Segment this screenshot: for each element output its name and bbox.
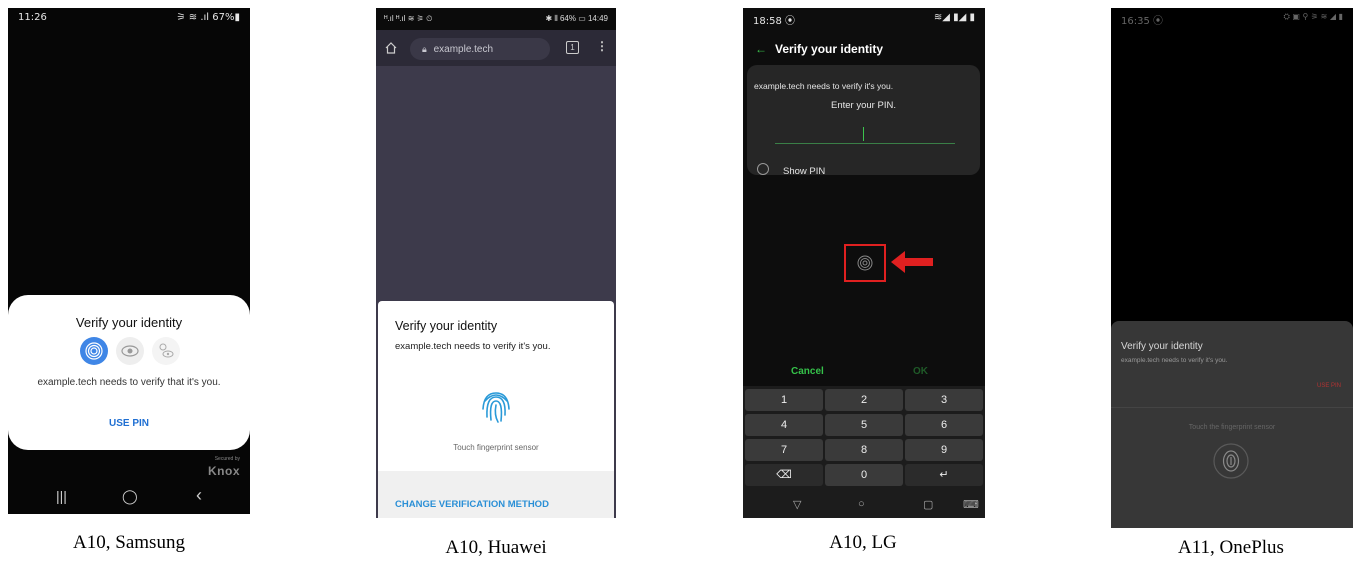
dialog-title: Verify your identity [395, 319, 498, 333]
fingerprint-highlight [844, 244, 886, 282]
home-icon[interactable]: ○ [858, 498, 865, 510]
sheet-title: Verify your identity [1121, 341, 1203, 352]
fingerprint-icon[interactable] [80, 337, 108, 365]
key-8[interactable]: 8 [825, 439, 903, 461]
biometric-sheet: Verify your identity example.tech needs … [1111, 321, 1353, 528]
cancel-button[interactable]: Cancel [791, 366, 824, 377]
back-button[interactable]: ‹ [196, 485, 202, 506]
key-6[interactable]: 6 [905, 414, 983, 436]
key-7[interactable]: 7 [745, 439, 823, 461]
face-icon[interactable] [152, 337, 180, 365]
key-2[interactable]: 2 [825, 389, 903, 411]
dialog-message: example.tech needs to verify it's you. [395, 341, 551, 352]
key-3[interactable]: 3 [905, 389, 983, 411]
key-0[interactable]: 0 [825, 464, 903, 486]
red-arrow-icon [891, 251, 933, 273]
change-verification-method-button[interactable]: CHANGE VERIFICATION METHOD [395, 499, 549, 510]
browser-toolbar: 🔒︎ example.tech 1 ⋮ [376, 30, 616, 66]
sheet-message: example.tech needs to verify it's you. [1121, 357, 1228, 364]
key-5[interactable]: 5 [825, 414, 903, 436]
back-arrow-icon[interactable]: ← [755, 42, 767, 56]
status-bar: ᴴ.ıl ᴴ.ıl ≋ ⚞ ⏲ ✱ ⫴ 64% ▭ 14:49 [376, 8, 616, 30]
use-pin-button[interactable]: USE PIN [1317, 383, 1341, 389]
show-pin-checkbox[interactable] [757, 163, 769, 175]
dialog-message: example.tech needs to verify that it's y… [37, 377, 221, 388]
key-9[interactable]: 9 [905, 439, 983, 461]
use-pin-button[interactable]: USE PIN [8, 418, 250, 429]
enter-pin-label: Enter your PIN. [831, 100, 896, 111]
dialog-footer: CHANGE VERIFICATION METHOD [378, 471, 614, 518]
caption-oneplus: A11, OnePlus [1178, 537, 1284, 558]
touch-sensor-hint: Touch fingerprint sensor [453, 443, 539, 452]
back-icon[interactable]: ▽ [793, 498, 801, 511]
fingerprint-icon[interactable] [480, 387, 512, 425]
iris-icon[interactable] [116, 337, 144, 365]
key-1[interactable]: 1 [745, 389, 823, 411]
status-bar: 11:26 ⚞ ≋ .ıl 67%▮ [8, 8, 250, 30]
show-pin-label: Show PIN [783, 166, 826, 177]
text-cursor [863, 127, 864, 141]
pin-input[interactable] [775, 143, 955, 144]
keyboard-icon[interactable]: ⌨ [963, 498, 979, 511]
touch-sensor-hint: Touch the fingerprint sensor [1188, 424, 1276, 431]
home-icon[interactable] [384, 41, 398, 55]
recent-apps-button[interactable]: ||| [56, 488, 67, 504]
status-icons-right: ✱ ⫴ 64% ▭ 14:49 [545, 14, 608, 23]
fingerprint-icon[interactable] [856, 254, 874, 272]
status-bar: 18:58 ⦿ ≋◢ ▮◢ ▮ [743, 8, 985, 30]
navigation-bar: ||| ◯ ‹ [8, 480, 250, 514]
status-time: 18:58 ⦿ [753, 16, 795, 27]
biometric-options [80, 337, 190, 365]
divider [1111, 407, 1353, 408]
status-icons: ⛭ ▣ ⚲ ⚞ ≋ ◢ ▮ [1283, 12, 1343, 21]
home-button[interactable]: ◯ [122, 488, 138, 505]
lock-icon: 🔒︎ [422, 44, 427, 54]
recent-apps-icon[interactable]: ▢ [923, 498, 933, 511]
knox-logo: Secured by Knox [208, 456, 240, 478]
tabs-button[interactable]: 1 [566, 41, 579, 54]
enter-key[interactable]: ↵ [905, 464, 983, 486]
key-4[interactable]: 4 [745, 414, 823, 436]
more-menu-icon[interactable]: ⋮ [596, 39, 608, 53]
status-time: 16:35 ⦿ [1121, 16, 1163, 27]
ok-button[interactable]: OK [913, 366, 928, 377]
address-bar[interactable]: 🔒︎ example.tech [410, 38, 550, 60]
verify-message: example.tech needs to verify it's you. [754, 81, 894, 91]
fingerprint-icon[interactable] [1213, 443, 1249, 479]
status-bar: 16:35 ⦿ ⛭ ▣ ⚲ ⚞ ≋ ◢ ▮ [1111, 8, 1353, 30]
page-header: ← Verify your identity [755, 42, 883, 56]
biometric-dialog: Verify your identity example.tech needs … [378, 301, 614, 518]
page-title: Verify your identity [775, 42, 884, 56]
oneplus-screen: 16:35 ⦿ ⛭ ▣ ⚲ ⚞ ≋ ◢ ▮ Verify your identi… [1111, 8, 1353, 528]
pin-card: example.tech needs to verify it's you. E… [747, 65, 980, 177]
huawei-screen: ᴴ.ıl ᴴ.ıl ≋ ⚞ ⏲ ✱ ⫴ 64% ▭ 14:49 🔒︎ examp… [376, 8, 616, 518]
lg-screen: 18:58 ⦿ ≋◢ ▮◢ ▮ ← Verify your identity ex… [743, 8, 985, 518]
caption-lg: A10, LG [829, 532, 897, 553]
caption-huawei: A10, Huawei [445, 537, 547, 558]
status-icons: ≋◢ ▮◢ ▮ [933, 12, 975, 23]
status-icons-left: ᴴ.ıl ᴴ.ıl ≋ ⚞ ⏲ [384, 14, 433, 23]
status-time: 11:26 [18, 12, 47, 23]
caption-samsung: A10, Samsung [73, 532, 185, 553]
numeric-keyboard: 1 2 3 4 5 6 7 8 9 ⌫ 0 ↵ ▽ ○ ▢ ⌨ [743, 386, 985, 518]
biometric-dialog: Verify your identity example.tech needs … [8, 295, 250, 450]
samsung-screen: 11:26 ⚞ ≋ .ıl 67%▮ Verify your identity … [8, 8, 250, 514]
dialog-title: Verify your identity [75, 315, 183, 330]
url-text: example.tech [433, 44, 494, 55]
status-icons: ⚞ ≋ .ıl 67%▮ [176, 12, 240, 23]
backspace-key[interactable]: ⌫ [745, 464, 823, 486]
